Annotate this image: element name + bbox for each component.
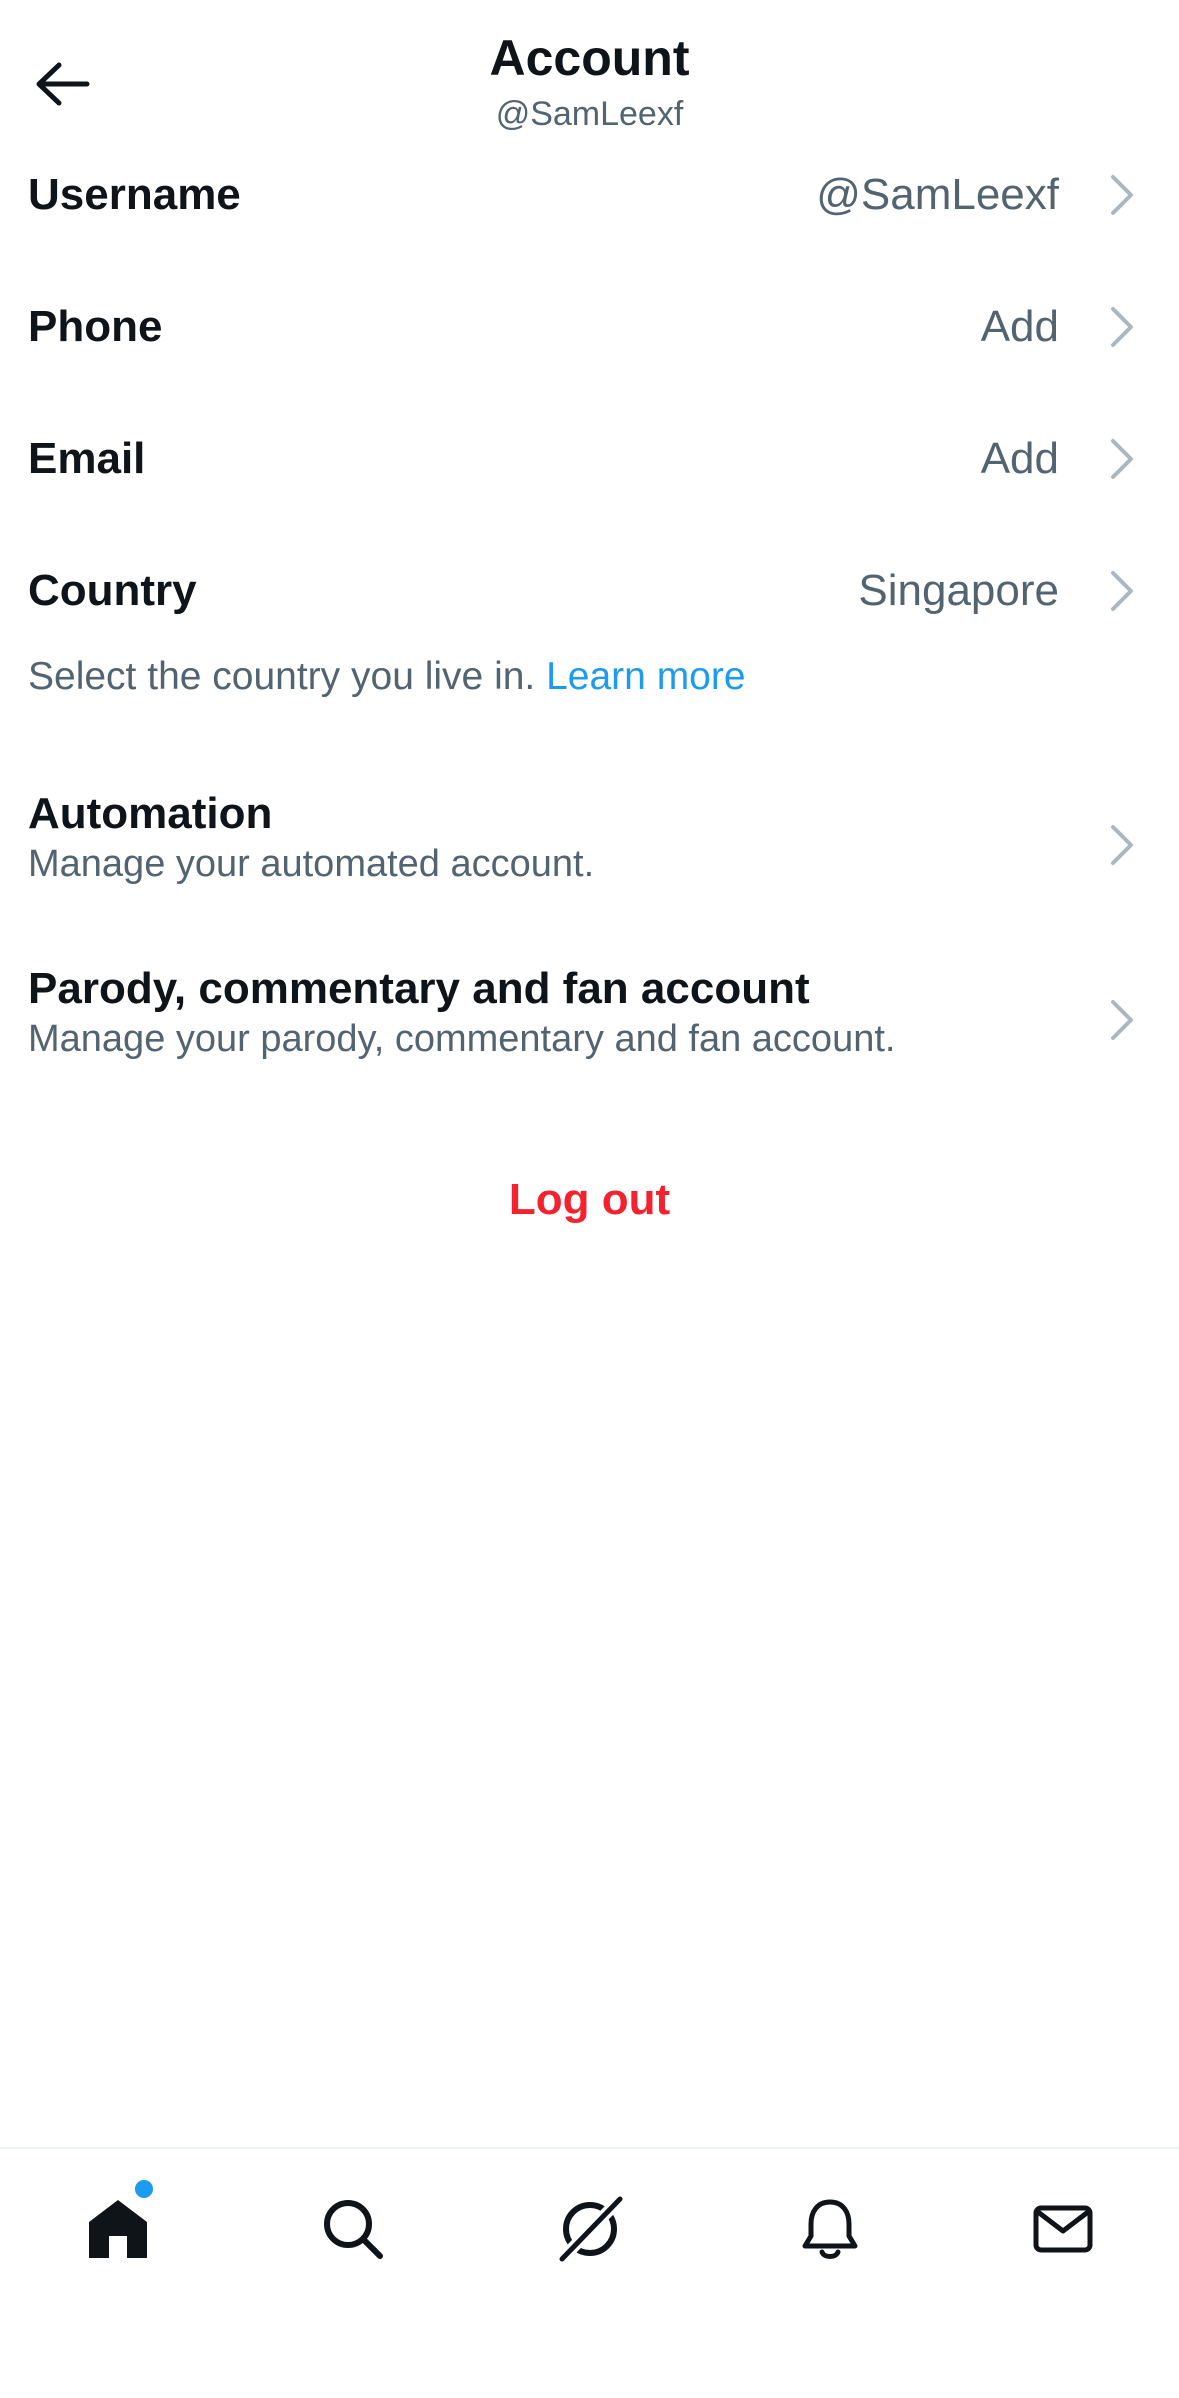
row-parody-account[interactable]: Parody, commentary and fan account Manag… bbox=[0, 960, 1179, 1080]
country-help-text: Select the country you live in. Learn mo… bbox=[28, 655, 746, 699]
country-label: Country bbox=[28, 566, 197, 615]
email-value: Add bbox=[980, 434, 1059, 483]
bottom-nav-bar bbox=[0, 2147, 1179, 2398]
country-value: Singapore bbox=[858, 566, 1059, 615]
grok-icon bbox=[555, 2192, 627, 2266]
chevron-right-icon bbox=[1111, 571, 1133, 611]
bell-icon bbox=[802, 2199, 858, 2259]
chevron-right-icon bbox=[1111, 307, 1133, 347]
nav-notifications[interactable] bbox=[780, 2179, 880, 2279]
automation-label: Automation bbox=[28, 789, 273, 838]
logout-button[interactable]: Log out bbox=[0, 1175, 1179, 1225]
parody-description: Manage your parody, commentary and fan a… bbox=[28, 1018, 896, 1060]
mail-icon bbox=[1033, 2205, 1093, 2253]
chevron-right-icon bbox=[1111, 825, 1133, 865]
search-icon bbox=[324, 2200, 383, 2259]
learn-more-link[interactable]: Learn more bbox=[546, 655, 745, 698]
chevron-right-icon bbox=[1111, 1000, 1133, 1040]
phone-label: Phone bbox=[28, 302, 163, 351]
username-value: @SamLeexf bbox=[816, 170, 1059, 219]
email-label: Email bbox=[28, 434, 146, 483]
automation-description: Manage your automated account. bbox=[28, 843, 595, 885]
row-username[interactable]: Username @SamLeexf bbox=[0, 165, 1179, 265]
chevron-right-icon bbox=[1111, 439, 1133, 479]
home-icon bbox=[89, 2200, 147, 2258]
country-help-description: Select the country you live in. bbox=[28, 655, 547, 698]
row-automation[interactable]: Automation Manage your automated account… bbox=[0, 785, 1179, 905]
nav-messages[interactable] bbox=[1013, 2179, 1113, 2279]
phone-value: Add bbox=[980, 302, 1059, 351]
username-label: Username bbox=[28, 170, 241, 219]
row-phone[interactable]: Phone Add bbox=[0, 297, 1179, 397]
nav-grok[interactable] bbox=[540, 2179, 640, 2279]
row-country[interactable]: Country Singapore bbox=[0, 561, 1179, 641]
nav-search[interactable] bbox=[303, 2179, 403, 2279]
page-title: Account bbox=[489, 30, 690, 86]
row-email[interactable]: Email Add bbox=[0, 429, 1179, 529]
home-notification-dot bbox=[132, 2177, 156, 2201]
page-subtitle: @SamLeexf bbox=[495, 95, 684, 133]
top-bar: Account @SamLeexf bbox=[0, 0, 1179, 150]
chevron-right-icon bbox=[1111, 175, 1133, 215]
parody-label: Parody, commentary and fan account bbox=[28, 964, 810, 1013]
